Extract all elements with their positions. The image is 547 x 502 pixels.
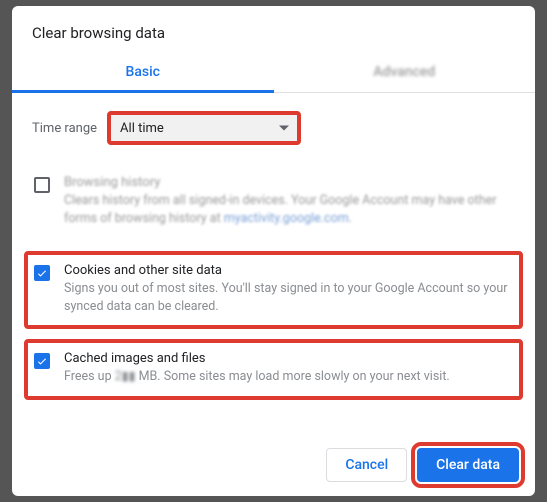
option-title: Cached images and files	[64, 351, 513, 366]
option-cookies: Cookies and other site data Signs you ou…	[26, 253, 521, 327]
checkbox-cookies[interactable]	[34, 265, 50, 281]
check-icon	[36, 355, 48, 367]
option-desc: Frees up 2▮▮ MB. Some sites may load mor…	[64, 368, 513, 386]
cancel-button[interactable]: Cancel	[326, 448, 407, 482]
time-range-label: Time range	[32, 121, 97, 136]
option-browsing-history: Browsing history Clears history from all…	[26, 165, 521, 239]
option-text: Cookies and other site data Signs you ou…	[64, 263, 513, 315]
option-text: Browsing history Clears history from all…	[64, 175, 513, 227]
option-text: Cached images and files Frees up 2▮▮ MB.…	[64, 351, 513, 386]
time-range-value: All time	[120, 121, 164, 136]
clear-data-button[interactable]: Clear data	[417, 448, 519, 482]
time-range-select[interactable]: All time	[109, 113, 299, 143]
tab-advanced[interactable]: Advanced	[274, 54, 536, 92]
checkbox-cache[interactable]	[34, 353, 50, 369]
option-desc: Signs you out of most sites. You'll stay…	[64, 280, 513, 315]
option-desc: Clears history from all signed-in device…	[64, 192, 513, 227]
cache-size-value: 2▮▮	[115, 368, 136, 386]
chevron-down-icon	[279, 126, 289, 131]
option-title: Cookies and other site data	[64, 263, 513, 278]
checkbox-browsing-history[interactable]	[34, 177, 50, 193]
dialog-body: Time range All time Browsing history Cle…	[12, 93, 535, 438]
tab-basic[interactable]: Basic	[12, 54, 274, 92]
tabs: Basic Advanced	[12, 54, 535, 93]
option-title: Browsing history	[64, 175, 513, 190]
option-cache: Cached images and files Frees up 2▮▮ MB.…	[26, 341, 521, 398]
clear-browsing-data-dialog: Clear browsing data Basic Advanced Time …	[12, 6, 535, 496]
dialog-footer: Cancel Clear data	[12, 438, 535, 482]
myactivity-link[interactable]: myactivity.google.com	[224, 211, 349, 226]
time-range-row: Time range All time	[32, 113, 515, 143]
check-icon	[36, 267, 48, 279]
dialog-title: Clear browsing data	[12, 24, 535, 54]
